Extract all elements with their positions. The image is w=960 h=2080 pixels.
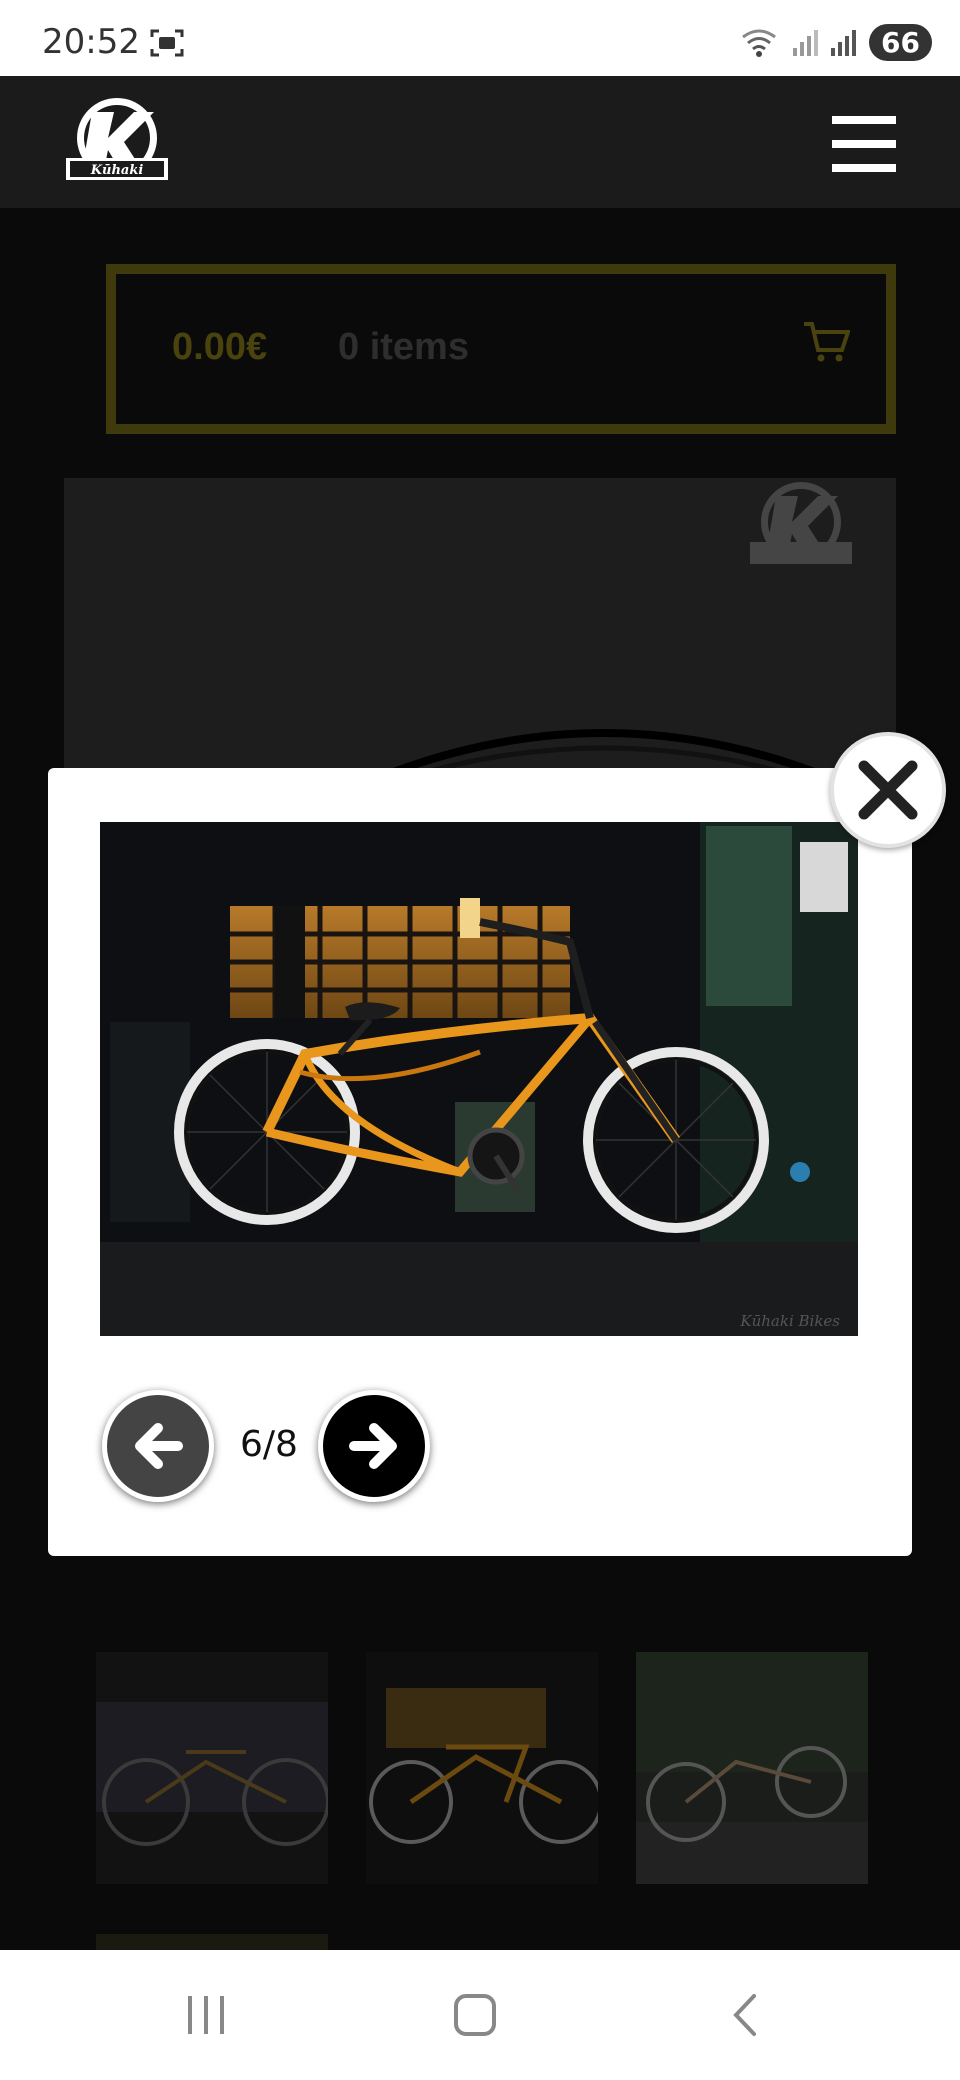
- signal-icon: [793, 29, 819, 56]
- next-image-button[interactable]: [318, 1390, 430, 1502]
- arrow-right-icon: [349, 1423, 397, 1469]
- bike-thumbnail-image: [369, 1688, 598, 1844]
- svg-text:Kūhaki: Kūhaki: [90, 163, 144, 178]
- screenshot-icon: [150, 29, 184, 57]
- gallery-thumbnail[interactable]: [636, 1652, 868, 1884]
- recents-icon[interactable]: [184, 1992, 228, 2038]
- cart-item-count: 0 items: [338, 326, 469, 368]
- brand-logo[interactable]: Kūhaki: [62, 94, 172, 190]
- site-header: Kūhaki: [0, 76, 960, 208]
- product-watermark-logo: [750, 482, 852, 564]
- hamburger-menu-icon[interactable]: [832, 116, 896, 172]
- cart-total: 0.00€: [172, 326, 268, 368]
- lightbox-image: Kūhaki Bikes: [100, 822, 858, 1336]
- photo-watermark: Kūhaki Bikes: [739, 1312, 840, 1330]
- gallery-thumbnail[interactable]: [96, 1934, 328, 1950]
- cart-summary[interactable]: 0.00€ 0 items: [106, 264, 896, 434]
- close-icon: [858, 760, 918, 820]
- bike-thumbnail-image: [636, 1652, 868, 1884]
- product-image[interactable]: [64, 478, 896, 788]
- bike-thumbnail-image: [96, 1702, 328, 1846]
- android-navigation-bar: [0, 1950, 960, 2080]
- back-icon[interactable]: [728, 1992, 762, 2038]
- arrow-left-icon: [135, 1423, 183, 1469]
- status-time: 20:52: [42, 22, 140, 62]
- previous-image-button[interactable]: [102, 1390, 214, 1502]
- signal-roaming-icon: [831, 29, 857, 56]
- close-lightbox-button[interactable]: [830, 732, 946, 848]
- gallery-thumbnail[interactable]: [366, 1652, 598, 1884]
- battery-indicator: 66: [869, 24, 932, 61]
- orange-bike-photo: Kūhaki Bikes: [100, 822, 858, 1336]
- wifi-icon: [742, 29, 776, 57]
- home-icon[interactable]: [452, 1992, 498, 2038]
- status-icons: 66: [741, 24, 932, 61]
- cart-icon[interactable]: [802, 320, 850, 364]
- status-bar: 20:52 66: [0, 0, 960, 76]
- lightbox-modal: Kūhaki Bikes 6/8: [48, 768, 912, 1556]
- gallery-thumbnail[interactable]: [96, 1652, 328, 1884]
- image-counter: 6/8: [240, 1424, 298, 1465]
